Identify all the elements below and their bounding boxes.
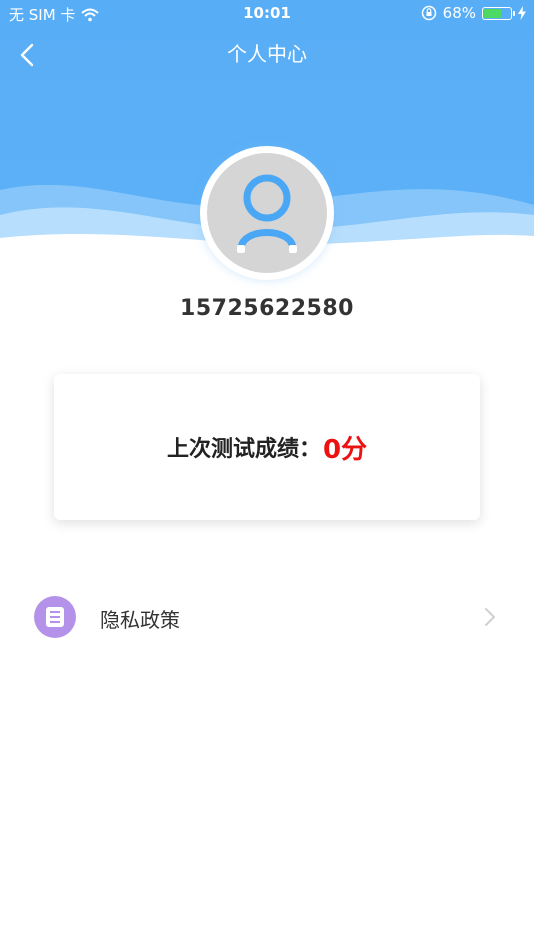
orientation-lock-icon bbox=[421, 5, 436, 21]
avatar-image bbox=[207, 153, 327, 273]
menu-item-privacy-policy[interactable]: 隐私政策 bbox=[0, 588, 534, 646]
score-line: 上次测试成绩： 0分 bbox=[54, 374, 480, 520]
phone-number: 15725622580 bbox=[180, 296, 354, 321]
battery-percent: 68% bbox=[442, 4, 476, 22]
user-icon bbox=[237, 174, 297, 253]
avatar[interactable] bbox=[200, 146, 334, 280]
battery-fill bbox=[484, 8, 501, 18]
document-icon bbox=[34, 596, 76, 638]
score-label: 上次测试成绩： bbox=[166, 437, 321, 462]
chevron-right-icon bbox=[485, 608, 495, 626]
battery-icon bbox=[482, 6, 515, 20]
score-value: 0分 bbox=[322, 434, 368, 465]
menu-item-label: 隐私政策 bbox=[100, 608, 180, 632]
score-card: 上次测试成绩： 0分 bbox=[54, 374, 480, 520]
page-title: 个人中心 bbox=[227, 42, 307, 66]
status-bar: 无 SIM 卡 10:01 68% bbox=[0, 0, 534, 28]
charging-icon bbox=[518, 6, 526, 20]
status-right: 68% bbox=[421, 4, 526, 22]
